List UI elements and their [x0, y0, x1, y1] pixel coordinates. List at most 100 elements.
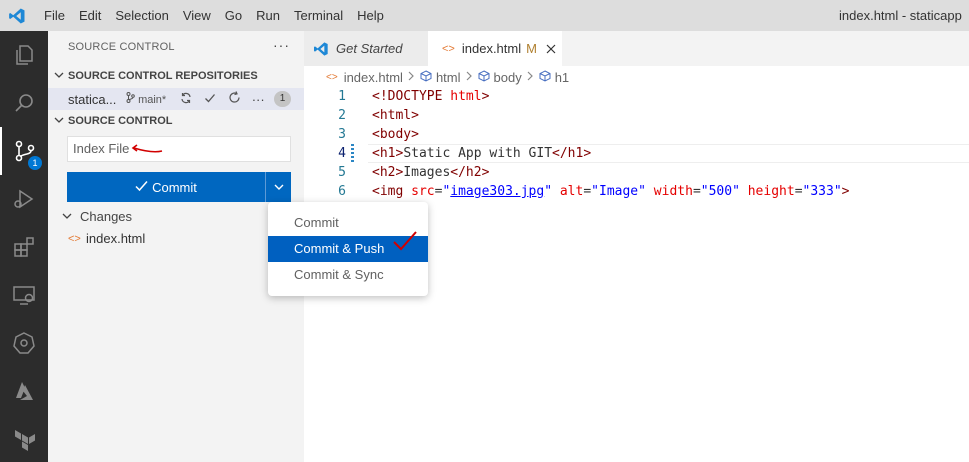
breadcrumb-file[interactable]: index.html: [344, 70, 403, 85]
width-value: "500": [700, 184, 740, 199]
height-value: "333": [802, 184, 842, 199]
menu-edit[interactable]: Edit: [72, 0, 108, 31]
code-line: 2 <html>: [304, 106, 969, 125]
tab-get-started-label: Get Started: [336, 41, 403, 56]
title-bar: File Edit Selection View Go Run Terminal…: [0, 0, 969, 31]
menu-help[interactable]: Help: [350, 0, 391, 31]
line-number: 5: [338, 165, 346, 180]
line-number: 3: [338, 127, 346, 142]
kubernetes-icon[interactable]: [0, 319, 48, 367]
commit-message-value: Index File: [73, 141, 130, 156]
extensions-icon[interactable]: [0, 223, 48, 271]
h1-text: Static App with GIT: [403, 146, 553, 161]
alt-attribute: alt: [559, 184, 584, 199]
sync-icon[interactable]: [174, 92, 198, 107]
sidebar-title: SOURCE CONTROL: [68, 41, 175, 53]
breadcrumb: <> index.html html body h1: [326, 68, 569, 86]
source-control-section-label: SOURCE CONTROL: [68, 115, 173, 127]
element-icon: [478, 69, 490, 85]
activity-bar: 1: [0, 31, 48, 462]
code-line: 3 <body>: [304, 125, 969, 144]
commit-button-label: Commit: [152, 179, 197, 195]
height-attribute: height: [747, 184, 795, 199]
menu-view[interactable]: View: [176, 0, 218, 31]
refresh-icon[interactable]: [222, 91, 246, 107]
repositories-section-header[interactable]: SOURCE CONTROL REPOSITORIES: [54, 66, 258, 86]
menu-item-commit-and-push[interactable]: Commit & Push: [268, 231, 428, 262]
run-debug-icon[interactable]: [0, 175, 48, 223]
commit-message-input[interactable]: Index File: [67, 136, 291, 162]
element-icon: [539, 69, 551, 85]
menu-run[interactable]: Run: [249, 0, 287, 31]
width-attribute: width: [653, 184, 693, 199]
modified-indicator: M: [526, 41, 537, 56]
alt-value: "Image": [591, 184, 646, 199]
vscode-logo-icon: [0, 0, 34, 31]
chevron-down-icon: [54, 115, 68, 127]
code-line: 5 <h2>Images</h2>: [304, 163, 969, 182]
menu-bar: File Edit Selection View Go Run Terminal…: [34, 0, 391, 31]
commit-dropdown-button[interactable]: [266, 172, 291, 202]
source-control-section-header[interactable]: SOURCE CONTROL: [54, 111, 173, 131]
html-file-icon: <>: [442, 42, 455, 55]
line-number: 6: [338, 184, 346, 199]
search-icon[interactable]: [0, 79, 48, 127]
branch-indicator[interactable]: main*: [126, 92, 166, 106]
changed-file-row[interactable]: <> index.html: [68, 231, 145, 246]
src-link[interactable]: image303.jpg: [450, 184, 544, 199]
line-number: 4: [338, 146, 346, 161]
red-checkmark-annotation-icon: [393, 231, 417, 251]
red-arrow-annotation-icon: [131, 144, 163, 153]
doctype-keyword: <!DOCTYPE: [372, 89, 443, 104]
changes-group-header[interactable]: Changes: [62, 209, 132, 224]
explorer-icon[interactable]: [0, 31, 48, 79]
tab-get-started[interactable]: Get Started: [304, 31, 428, 66]
chevron-down-icon: [274, 184, 283, 190]
branch-icon: [126, 92, 138, 106]
body-tag: <body>: [372, 127, 419, 142]
azure-icon[interactable]: [0, 367, 48, 415]
menu-item-commit-and-push-label: Commit & Push: [294, 241, 385, 256]
current-code-line: 4 <h1>Static App with GIT</h1>: [304, 144, 969, 163]
html-file-icon: <>: [326, 71, 338, 83]
commit-options-menu: Commit Commit & Push Commit & Sync: [268, 202, 428, 296]
chevron-right-icon: [408, 71, 415, 84]
h2-text: Images: [403, 165, 451, 180]
editor-tab-bar: Get Started <> index.html M: [304, 31, 969, 66]
changes-label: Changes: [80, 209, 133, 224]
repository-name: statica...: [68, 91, 117, 107]
line-number: 1: [338, 89, 346, 104]
window-title: index.html - staticapp: [839, 8, 962, 23]
commit-button-group: Commit: [67, 172, 291, 202]
tag-bracket: >: [841, 184, 850, 199]
menu-selection[interactable]: Selection: [108, 0, 175, 31]
source-control-icon[interactable]: 1: [0, 127, 48, 175]
menu-terminal[interactable]: Terminal: [287, 0, 350, 31]
h1-close-tag: </h1>: [552, 146, 592, 161]
doctype-value: html: [450, 89, 482, 104]
commit-check-icon[interactable]: [198, 92, 222, 107]
more-actions-icon[interactable]: ···: [273, 37, 290, 53]
vscode-logo-icon: [314, 41, 328, 56]
commit-button[interactable]: Commit: [67, 172, 266, 202]
repositories-section-label: SOURCE CONTROL REPOSITORIES: [68, 70, 258, 82]
tag-bracket: >: [481, 89, 490, 104]
breadcrumb-body[interactable]: body: [494, 70, 522, 85]
repo-more-icon[interactable]: ···: [246, 92, 270, 107]
menu-item-commit-and-sync[interactable]: Commit & Sync: [268, 262, 428, 288]
changed-file-name: index.html: [86, 231, 146, 246]
breadcrumb-html[interactable]: html: [436, 70, 461, 85]
tab-index-html[interactable]: <> index.html M: [428, 31, 562, 66]
close-icon[interactable]: [546, 41, 556, 57]
menu-file[interactable]: File: [34, 0, 72, 31]
chevron-down-icon: [54, 70, 68, 82]
modified-line-gutter-marker: [351, 144, 354, 163]
repository-row[interactable]: statica... main* ··· 1: [48, 88, 304, 110]
remote-explorer-icon[interactable]: [0, 271, 48, 319]
menu-go[interactable]: Go: [218, 0, 249, 31]
breadcrumb-h1[interactable]: h1: [555, 70, 569, 85]
source-control-sidebar: SOURCE CONTROL ··· SOURCE CONTROL REPOSI…: [48, 31, 304, 462]
terraform-icon[interactable]: [0, 415, 48, 462]
tab-index-html-label: index.html: [461, 41, 522, 56]
chevron-right-icon: [466, 71, 473, 84]
